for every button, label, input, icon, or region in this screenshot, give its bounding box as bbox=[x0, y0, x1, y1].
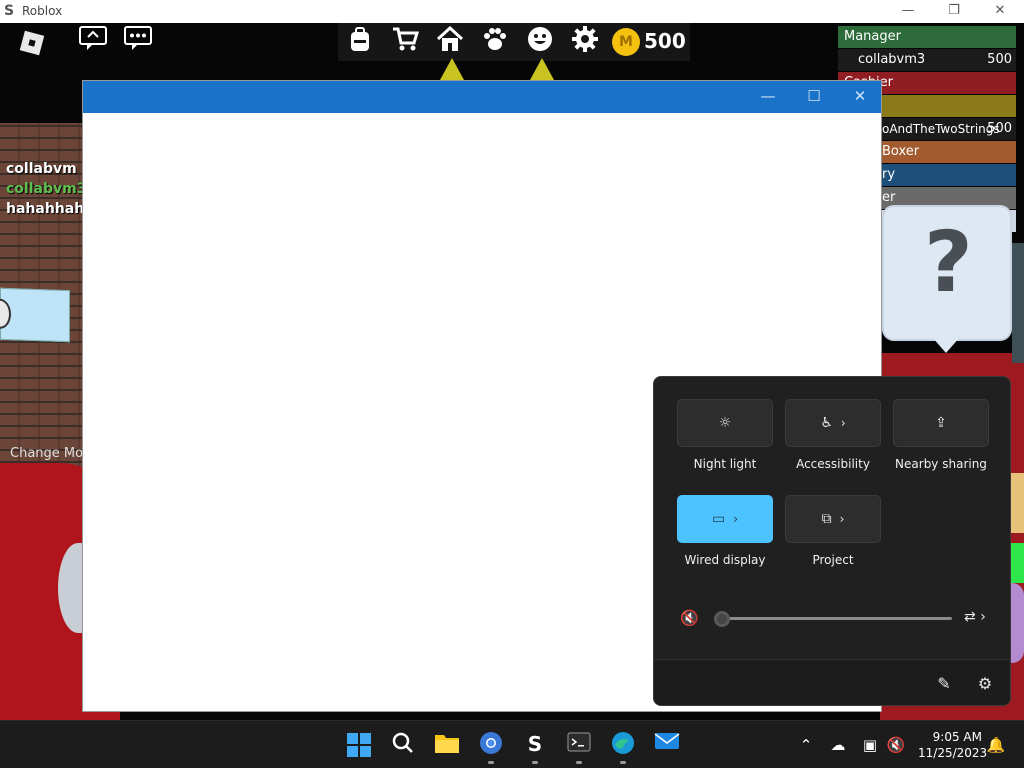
accessibility-toggle[interactable]: ♿ › bbox=[785, 399, 881, 447]
nearby-sharing-label: Nearby sharing bbox=[895, 457, 987, 471]
chrome-icon[interactable] bbox=[478, 731, 504, 757]
chevron-right-icon: › bbox=[980, 609, 986, 625]
question-mark-icon: ? bbox=[924, 213, 973, 311]
player-name-2: collabvm3 bbox=[6, 181, 87, 197]
popup-titlebar[interactable]: — ☐ ✕ bbox=[83, 81, 881, 113]
chevron-right-icon: › bbox=[839, 512, 845, 526]
windows-logo-tile bbox=[360, 733, 371, 744]
search-icon[interactable] bbox=[390, 731, 416, 757]
roblox-app-icon: S bbox=[4, 3, 15, 19]
backpack-icon[interactable] bbox=[342, 25, 378, 59]
window-titlebar: S Roblox — ❐ ✕ bbox=[0, 0, 1024, 23]
emote-smiley-icon[interactable] bbox=[522, 25, 558, 59]
windows-taskbar: S ⌃ ☁ ▣ 🔇 9:05 AM 11/25/2023 🔔 bbox=[0, 720, 1024, 768]
sign-circle bbox=[0, 298, 11, 330]
project-toggle[interactable]: ⧉ › bbox=[785, 495, 881, 543]
coin-count: 500 bbox=[644, 29, 686, 53]
volume-muted-icon[interactable]: 🔇 bbox=[680, 609, 702, 631]
right-green-object bbox=[1010, 543, 1024, 583]
right-wall-strip bbox=[1012, 243, 1024, 363]
team-label: ry bbox=[882, 167, 896, 182]
coin-icon: M bbox=[612, 28, 640, 56]
roblox-studio-icon[interactable]: S bbox=[522, 731, 548, 757]
notification-bell-icon[interactable]: 🔔 bbox=[986, 735, 1006, 755]
brightness-icon: ☼ bbox=[718, 415, 732, 431]
popup-close-button[interactable]: ✕ bbox=[837, 81, 883, 113]
roblox-menu-icon[interactable] bbox=[19, 30, 45, 56]
popup-minimize-button[interactable]: — bbox=[745, 81, 791, 113]
volume-slider-track[interactable] bbox=[722, 617, 952, 620]
player-score: 500 bbox=[987, 52, 1012, 67]
file-explorer-icon[interactable] bbox=[434, 731, 460, 757]
help-bubble[interactable]: ? bbox=[882, 205, 1012, 353]
player-name-3: hahahhah bbox=[6, 201, 85, 217]
chevron-right-icon: › bbox=[840, 416, 846, 430]
leaderboard-player-row[interactable]: collabvm3 500 bbox=[838, 49, 1016, 71]
clock[interactable]: 9:05 AM 11/25/2023 bbox=[918, 729, 988, 761]
quick-settings-footer: ✎ ⚙ bbox=[654, 659, 1010, 705]
chat-toggle-icon[interactable] bbox=[76, 24, 110, 58]
running-indicator bbox=[488, 761, 494, 764]
team-label: er bbox=[882, 190, 896, 205]
chevron-right-icon: › bbox=[733, 512, 739, 526]
running-indicator bbox=[532, 761, 538, 764]
audio-output-button[interactable]: ⇄ › bbox=[964, 609, 1004, 631]
shop-cart-icon[interactable] bbox=[387, 25, 423, 59]
terminal-icon[interactable] bbox=[566, 731, 592, 757]
pet-paw-icon[interactable] bbox=[477, 25, 513, 59]
project-icon: ⧉ bbox=[821, 511, 832, 527]
start-button[interactable] bbox=[347, 733, 371, 757]
leaderboard-team-row: Manager bbox=[838, 26, 1016, 48]
wired-display-label: Wired display bbox=[684, 553, 766, 567]
audio-output-icon: ⇄ bbox=[964, 609, 976, 625]
player-score: 500 bbox=[987, 121, 1012, 136]
yellow-cone-right bbox=[530, 58, 554, 80]
window-title: Roblox bbox=[22, 4, 63, 18]
volume-slider-thumb[interactable] bbox=[714, 611, 730, 627]
running-indicator bbox=[620, 761, 626, 764]
share-icon: ⇪ bbox=[935, 415, 947, 431]
accessibility-icon: ♿ bbox=[820, 415, 833, 431]
settings-gear-icon[interactable] bbox=[567, 25, 603, 59]
windows-logo-tile bbox=[347, 733, 358, 744]
cast-icon: ▭ bbox=[711, 511, 726, 527]
accessibility-label: Accessibility bbox=[796, 457, 870, 471]
yellow-cone-left bbox=[440, 58, 464, 80]
edit-pencil-icon[interactable]: ✎ bbox=[932, 672, 956, 696]
maximize-button[interactable]: ❐ bbox=[931, 0, 977, 23]
nearby-sharing-toggle[interactable]: ⇪ bbox=[893, 399, 989, 447]
quick-settings-panel: ☼ ♿ › ⇪ Night light Accessibility Nearby … bbox=[653, 376, 1011, 706]
edge-icon[interactable] bbox=[610, 731, 636, 757]
chevron-up-icon[interactable]: ⌃ bbox=[796, 735, 816, 755]
team-label: Manager bbox=[844, 29, 901, 44]
player-label: collabvm3 bbox=[858, 52, 926, 67]
windows-logo-tile bbox=[347, 746, 358, 757]
chat-bubble-icon[interactable] bbox=[121, 24, 155, 58]
bubble-tail bbox=[932, 337, 960, 353]
minimize-button[interactable]: — bbox=[885, 0, 931, 23]
running-indicator bbox=[576, 761, 582, 764]
team-label: Boxer bbox=[882, 144, 920, 159]
settings-gear-icon[interactable]: ⚙ bbox=[973, 672, 997, 696]
clock-time: 9:05 AM bbox=[932, 730, 982, 744]
player-label: oAndTheTwoStrings bbox=[882, 122, 1000, 136]
wired-display-toggle[interactable]: ▭ › bbox=[677, 495, 773, 543]
night-light-label: Night light bbox=[693, 457, 757, 471]
volume-muted-tray-icon[interactable]: 🔇 bbox=[886, 735, 906, 755]
project-label: Project bbox=[812, 553, 854, 567]
game-hud-toolbar: M 500 bbox=[338, 23, 690, 61]
popup-maximize-button[interactable]: ☐ bbox=[791, 81, 837, 113]
network-icon[interactable]: ▣ bbox=[860, 735, 880, 755]
player-name-1: collabvm bbox=[6, 161, 77, 177]
change-mode-label[interactable]: Change Mo bbox=[10, 446, 83, 461]
mail-icon[interactable] bbox=[654, 731, 680, 757]
close-button[interactable]: ✕ bbox=[977, 0, 1023, 23]
wall-sign bbox=[0, 287, 70, 343]
home-icon[interactable] bbox=[432, 25, 468, 59]
clock-date: 11/25/2023 bbox=[918, 746, 988, 760]
onedrive-cloud-icon[interactable]: ☁ bbox=[828, 735, 848, 755]
windows-logo-tile bbox=[360, 746, 371, 757]
night-light-toggle[interactable]: ☼ bbox=[677, 399, 773, 447]
